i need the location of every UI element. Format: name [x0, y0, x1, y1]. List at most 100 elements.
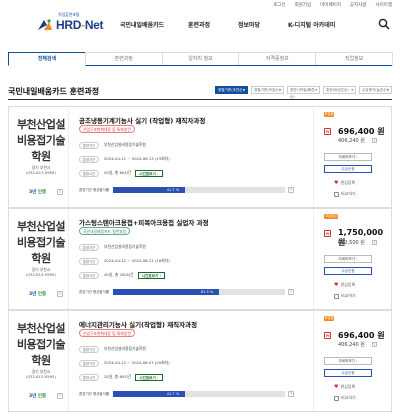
interest-link[interactable]: ♥ 관심등록 — [334, 180, 355, 186]
institution-name[interactable]: 부천산업설비용접기술학원 — [15, 117, 67, 165]
self-pay-price: 406,240 원 — [338, 138, 365, 144]
help-icon[interactable]: ? — [288, 187, 294, 193]
compare-link[interactable]: 비교하기 — [334, 293, 356, 299]
nav-item-info[interactable]: 정보마당 — [238, 20, 288, 29]
help-icon[interactable]: ? — [288, 391, 294, 397]
help-icon[interactable]: ? — [288, 289, 294, 295]
course-card: 부천산업설비용접기술학원 경기 부천시 (032-613-0995) 3년 인증… — [8, 106, 392, 208]
status-badge: 모집중 — [324, 316, 334, 321]
price-icon: ₩ — [324, 230, 331, 237]
main-nav: 국민내일배움카드 훈련과정 정보마당 K-디지털 아카데미 — [120, 20, 335, 29]
help-icon[interactable]: ? — [372, 240, 377, 245]
compare-icon — [334, 293, 339, 299]
institution-name[interactable]: 부천산업설비용접기술학원 — [15, 219, 67, 267]
help-icon[interactable]: ? — [372, 342, 377, 347]
nav-item-kdigital[interactable]: K-디지털 아카데미 — [288, 20, 335, 29]
section-title: 국민내일배움카드 훈련과정 — [8, 87, 100, 96]
compare-icon — [334, 191, 339, 197]
chevron-down-icon: ▾ — [279, 88, 281, 92]
attendance-bar: 61.5 % — [113, 289, 285, 295]
interest-link[interactable]: ♥ 관심등록 — [334, 384, 355, 390]
sort-start-date[interactable]: 훈련시작일(빠른순) ▾ — [287, 86, 320, 99]
info-row-time: 훈련시간 20일, 총 60시간 시간표보기 › — [79, 372, 163, 382]
tab-course[interactable]: 훈련과정 — [84, 52, 163, 65]
detail-button[interactable]: 자세히보기 › — [324, 153, 372, 161]
course-title[interactable]: 공조냉동기계기능사 실기 (작업형) 재직자과정 — [79, 115, 205, 125]
sort-rating[interactable]: 수강평가(높은순) ▾ — [359, 86, 392, 94]
apply-button[interactable]: 수강신청 — [324, 267, 372, 275]
logo-mark-icon — [38, 19, 52, 30]
attendance-bar: 41.7 % — [113, 391, 285, 397]
sort-recommend[interactable]: 정렬기준(추천순) ▾ — [215, 86, 248, 94]
nav-item-course[interactable]: 훈련과정 — [188, 20, 238, 29]
chevron-down-icon: ▾ — [351, 88, 353, 92]
institution-phone: (032-613-0995) — [26, 170, 56, 175]
status-badge: 모집중 — [324, 112, 334, 117]
login-link[interactable]: 로그인 — [273, 2, 285, 8]
tab-occupation[interactable]: 직업정보 — [315, 52, 393, 65]
course-title[interactable]: 가스텅스텐아크용접+피복아크용접 실업자 과정 — [79, 217, 209, 227]
institution-phone: (032-613-0995) — [26, 272, 56, 277]
attendance-row: 훈련기관 평균출석률 61.5 % ? — [79, 289, 294, 295]
signup-link[interactable]: 회원가입 — [295, 2, 312, 8]
schedule-button[interactable]: 시간표보기 › — [135, 169, 163, 177]
tab-all[interactable]: 전체검색 — [8, 52, 86, 66]
chevron-down-icon: ▾ — [243, 88, 245, 92]
detail-button[interactable]: 자세히보기 › — [324, 255, 372, 263]
tab-license[interactable]: 자격증정보 — [238, 52, 317, 65]
help-icon[interactable]: ? — [372, 138, 377, 143]
cert-badge: 3년 인증 — [29, 394, 47, 399]
sort-cost[interactable]: 훈련비(낮은순) ▾ — [323, 86, 356, 94]
help-icon[interactable]: ? — [57, 393, 63, 399]
divider — [8, 99, 392, 100]
attendance-row: 훈련기관 평균출석률 41.7 % ? — [79, 391, 294, 397]
info-row-period: 훈련기간 2024-04-11 ~ 2024-06-13 (19회차) — [79, 154, 170, 164]
institution-panel: 부천산업설비용접기술학원 경기 부천시 (032-613-0995) 3년 인증… — [9, 107, 69, 207]
schedule-button[interactable]: 시간표보기 › — [137, 271, 165, 279]
hrd-net-logo[interactable]: 직업훈련포털 HRD-Net — [36, 12, 106, 34]
detail-button[interactable]: 자세히보기 › — [324, 357, 372, 365]
heart-icon: ♥ — [334, 282, 339, 288]
apply-button[interactable]: 수강신청 — [324, 165, 372, 173]
course-card: 부천산업설비용접기술학원 경기 부천시 (032-613-0995) 3년 인증… — [8, 208, 392, 310]
help-icon[interactable]: ? — [57, 291, 63, 297]
course-price: 696,400 원 — [338, 127, 385, 136]
status-badge: 모집마감 — [324, 214, 338, 219]
top-utility-links: 로그인 회원가입 마이페이지 공지사항 사이트맵 — [273, 2, 392, 8]
info-row-period: 훈련기간 2024-04-12 ~ 2024-06-07 (20회차) — [79, 358, 170, 368]
course-card: 부천산업설비용접기술학원 경기 부천시 (032-613-0995) 3년 인증… — [8, 310, 392, 412]
search-icon[interactable] — [378, 18, 390, 30]
tab-jobs[interactable]: 일자리 정보 — [161, 52, 240, 65]
info-row-time: 훈련시간 20일, 총 60시간 시간표보기 › — [79, 168, 163, 178]
cert-badge: 3년 인증 — [29, 190, 47, 195]
nav-item-card[interactable]: 국민내일배움카드 — [120, 20, 188, 29]
info-row-period: 훈련기간 2024-04-12 ~ 2024-06-11 (16회차) — [79, 256, 170, 266]
compare-link[interactable]: 비교하기 — [334, 191, 356, 197]
course-price: 696,400 원 — [338, 331, 385, 340]
help-icon[interactable]: ? — [57, 189, 63, 195]
sitemap-link[interactable]: 사이트맵 — [375, 2, 392, 8]
price-icon: ₩ — [324, 332, 331, 339]
info-row-place: 훈련기간 부천산업설비용접기술학원 — [79, 242, 146, 252]
institution-panel: 부천산업설비용접기술학원 경기 부천시 (032-613-0995) 3년 인증… — [9, 209, 69, 309]
institution-panel: 부천산업설비용접기술학원 경기 부천시 (032-613-0995) 3년 인증… — [9, 311, 69, 411]
search-tabs: 전체검색 훈련과정 일자리 정보 자격증정보 직업정보 — [8, 52, 393, 66]
interest-link[interactable]: ♥ 관심등록 — [334, 282, 355, 288]
course-title[interactable]: 에너지관리기능사 실기(작업형) 재직자과정 — [79, 319, 197, 329]
price-panel: 모집마감 ₩ 1,750,000 원 662,500 원 ? 자세히보기 › 수… — [313, 209, 391, 309]
course-info: 에너지관리기능사 실기(작업형) 재직자과정 산업구조변화대응 등 특화훈련 훈… — [79, 311, 315, 411]
notice-link[interactable]: 공지사항 — [350, 2, 367, 8]
sort-recruit[interactable]: 정렬기준(모집순) ▾ — [251, 86, 284, 94]
schedule-button[interactable]: 시간표보기 › — [135, 373, 163, 381]
compare-link[interactable]: 비교하기 — [334, 395, 356, 401]
course-info: 공조냉동기계기능사 실기 (작업형) 재직자과정 산업구조변화대응 등 특화훈련… — [79, 107, 315, 207]
course-info: 가스텅스텐아크용접+피복아크용접 실업자 과정 국민내일배움카드 일반과정 훈련… — [79, 209, 315, 309]
price-panel: 모집중 ₩ 696,400 원 406,240 원 ? 자세히보기 › 수강신청… — [313, 107, 391, 207]
institution-name[interactable]: 부천산업설비용접기술학원 — [15, 321, 67, 369]
site-header: 직업훈련포털 HRD-Net 국민내일배움카드 훈련과정 정보마당 K-디지털 … — [0, 10, 400, 36]
logo-wordmark: HRD-Net — [56, 18, 104, 32]
info-row-place: 훈련기간 부천산업설비용접기술학원 — [79, 140, 146, 150]
mypage-link[interactable]: 마이페이지 — [320, 2, 341, 8]
apply-button[interactable]: 수강신청 — [324, 369, 372, 377]
course-type-badge: 산업구조변화대응 등 특화훈련 — [79, 329, 135, 337]
